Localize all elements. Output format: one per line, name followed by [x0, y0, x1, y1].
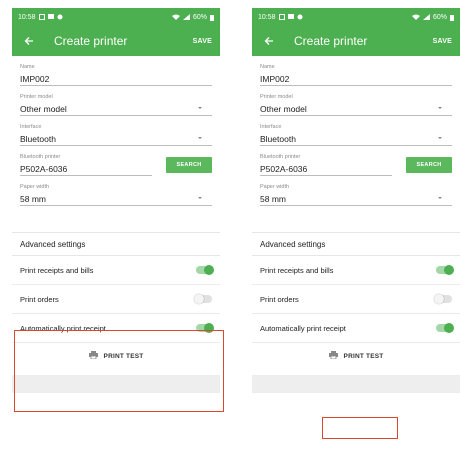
dropdown-arrow-icon — [438, 107, 442, 109]
status-time: 10:58 — [258, 13, 276, 21]
battery-level: 60% — [432, 13, 447, 21]
printer-model-select[interactable]: Other model — [20, 102, 212, 116]
highlight-box-print-test — [322, 417, 398, 439]
name-label: Name — [20, 64, 35, 70]
battery-icon — [450, 14, 454, 21]
printer-model-label: Printer model — [20, 94, 53, 100]
highlight-box-switches — [14, 330, 224, 412]
bottom-navigation-bar — [252, 375, 460, 393]
wifi-icon — [411, 14, 420, 20]
printer-icon — [328, 351, 338, 361]
printer-model-value: Other model — [260, 104, 307, 114]
notification-icon — [297, 14, 303, 20]
paper-width-label: Paper width — [20, 184, 50, 190]
interface-select[interactable]: Bluetooth — [260, 132, 452, 146]
page-title: Create printer — [54, 34, 128, 48]
search-button[interactable]: SEARCH — [166, 157, 212, 173]
interface-select[interactable]: Bluetooth — [20, 132, 212, 146]
battery-icon — [210, 14, 214, 21]
paper-width-value: 58 mm — [20, 194, 46, 204]
status-bar: 10:58 60% — [252, 8, 460, 26]
back-arrow-icon[interactable] — [20, 32, 38, 50]
paper-width-value: 58 mm — [260, 194, 286, 204]
switch-row-print-orders[interactable]: Print orders — [12, 285, 220, 314]
switch-row-print-receipts[interactable]: Print receipts and bills — [252, 256, 460, 285]
printer-model-field[interactable]: Printer model Other model — [20, 94, 212, 116]
paper-width-select[interactable]: 58 mm — [260, 192, 452, 206]
wifi-icon — [171, 14, 180, 20]
advanced-settings-title: Advanced settings — [12, 232, 220, 256]
name-input[interactable]: IMP002 — [260, 72, 452, 86]
page-title: Create printer — [294, 34, 368, 48]
printer-model-value: Other model — [20, 104, 67, 114]
advanced-settings-title: Advanced settings — [252, 232, 460, 256]
printer-model-select[interactable]: Other model — [260, 102, 452, 116]
dropdown-arrow-icon — [198, 137, 202, 139]
bluetooth-printer-field: Bluetooth printer P502A-6036 SEARCH — [20, 154, 212, 176]
switch-label: Automatically print receipt — [260, 323, 346, 333]
printer-model-label: Printer model — [260, 94, 293, 100]
switch-label: Print orders — [260, 294, 299, 304]
back-arrow-icon[interactable] — [260, 32, 278, 50]
dropdown-arrow-icon — [438, 197, 442, 199]
switch-row-auto-print[interactable]: Automatically print receipt — [252, 314, 460, 343]
paper-width-label: Paper width — [260, 184, 290, 190]
paper-width-field[interactable]: Paper width 58 mm — [260, 184, 452, 206]
interface-label: Interface — [260, 124, 282, 130]
interface-field[interactable]: Interface Bluetooth — [260, 124, 452, 146]
signal-icon — [422, 14, 430, 20]
bluetooth-printer-input[interactable]: P502A-6036 — [260, 162, 392, 176]
paper-width-select[interactable]: 58 mm — [20, 192, 212, 206]
bluetooth-printer-input[interactable]: P502A-6036 — [20, 162, 152, 176]
gallery-icon — [278, 14, 285, 20]
print-test-button[interactable]: PRINT TEST — [252, 343, 460, 369]
message-icon — [287, 14, 294, 20]
dropdown-arrow-icon — [198, 107, 202, 109]
search-button[interactable]: SEARCH — [406, 157, 452, 173]
screen-right: 10:58 60% Create printer SAVE Name IMP00… — [252, 8, 460, 458]
print-test-label: PRINT TEST — [343, 352, 384, 360]
status-time: 10:58 — [18, 13, 36, 21]
save-button[interactable]: SAVE — [193, 38, 212, 45]
interface-value: Bluetooth — [260, 134, 296, 144]
interface-label: Interface — [20, 124, 42, 130]
app-bar: Create printer SAVE — [12, 26, 220, 56]
bluetooth-printer-label: Bluetooth printer — [20, 154, 61, 160]
notification-icon — [57, 14, 63, 20]
print-receipts-toggle[interactable] — [196, 265, 214, 275]
bluetooth-printer-label: Bluetooth printer — [260, 154, 301, 160]
print-receipts-toggle[interactable] — [436, 265, 454, 275]
battery-level: 60% — [192, 13, 207, 21]
name-field[interactable]: Name IMP002 — [260, 64, 452, 86]
bluetooth-printer-field: Bluetooth printer P502A-6036 SEARCH — [260, 154, 452, 176]
paper-width-field[interactable]: Paper width 58 mm — [20, 184, 212, 206]
dropdown-arrow-icon — [198, 197, 202, 199]
dropdown-arrow-icon — [438, 137, 442, 139]
print-orders-toggle[interactable] — [434, 294, 452, 304]
save-button[interactable]: SAVE — [433, 38, 452, 45]
signal-icon — [182, 14, 190, 20]
printer-model-field[interactable]: Printer model Other model — [260, 94, 452, 116]
name-input[interactable]: IMP002 — [20, 72, 212, 86]
name-label: Name — [260, 64, 275, 70]
switch-label: Print receipts and bills — [260, 265, 334, 275]
status-bar: 10:58 60% — [12, 8, 220, 26]
interface-field[interactable]: Interface Bluetooth — [20, 124, 212, 146]
app-bar: Create printer SAVE — [252, 26, 460, 56]
switch-row-print-orders[interactable]: Print orders — [252, 285, 460, 314]
interface-value: Bluetooth — [20, 134, 56, 144]
switch-label: Print receipts and bills — [20, 265, 94, 275]
message-icon — [47, 14, 54, 20]
auto-print-toggle[interactable] — [436, 323, 454, 333]
gallery-icon — [38, 14, 45, 20]
switch-label: Print orders — [20, 294, 59, 304]
name-field[interactable]: Name IMP002 — [20, 64, 212, 86]
print-orders-toggle[interactable] — [194, 294, 212, 304]
switch-row-print-receipts[interactable]: Print receipts and bills — [12, 256, 220, 285]
